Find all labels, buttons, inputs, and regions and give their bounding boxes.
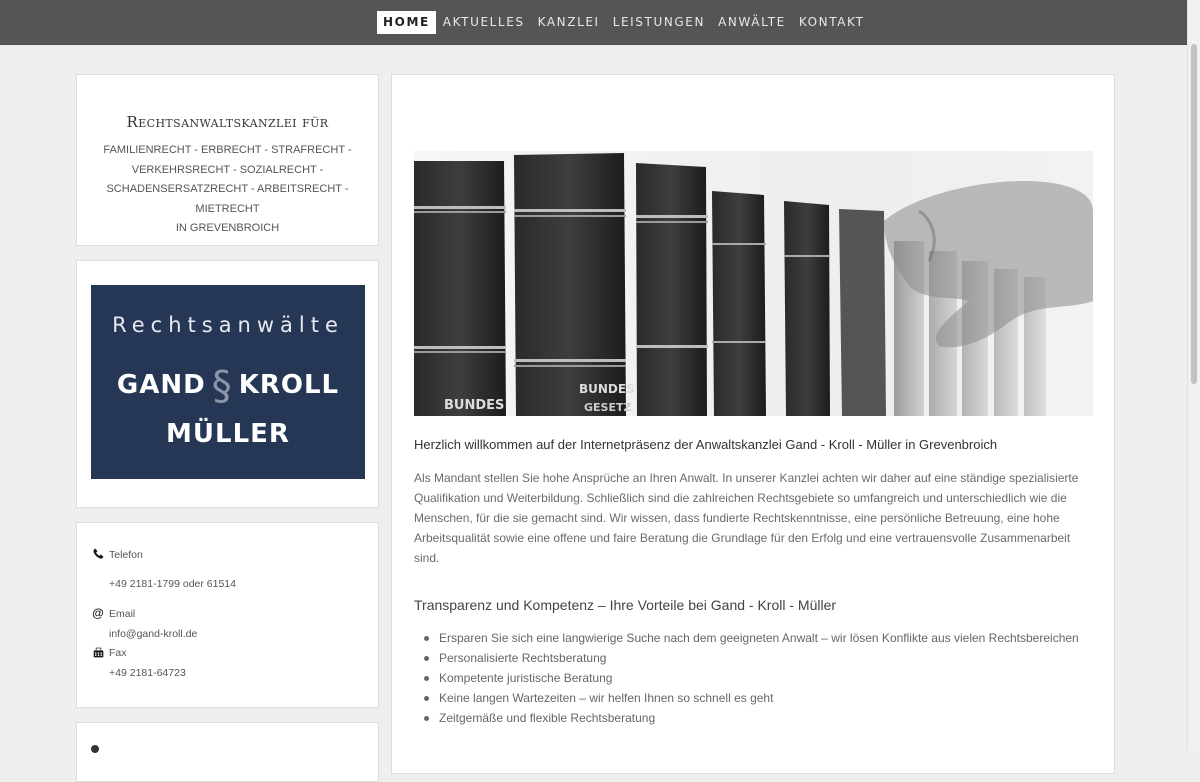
benefits-heading: Transparenz und Kompetenz – Ihre Vorteil… [414,597,837,613]
intro-line: SCHADENSERSATZRECHT - ARBEITSRECHT - MIE… [106,183,349,215]
law-books-illustration: BUNDES BUNDES GESETZ [414,151,1093,416]
book-label: BUNDES [579,382,635,396]
intro-line: IN GREVENBROICH [175,222,280,234]
nav-menu: HOME AKTUELLES KANZLEI LEISTUNGEN ANWÄLT… [377,10,872,34]
logo-name-mueller: MÜLLER [166,419,290,449]
contact-card: Telefon +49 2181-1799 oder 61514 @ Email… [76,522,379,708]
scrollbar-thumb[interactable] [1191,44,1197,384]
list-item: Zeitgemäße und flexible Rechtsberatung [424,708,1119,728]
fax-icon [91,647,105,661]
main-content-card: BUNDES BUNDES GESETZ Herzlich willkommen… [391,74,1115,774]
logo-card: Rechtsanwälte GAND § KROLL MÜLLER [76,260,379,508]
phone-icon [91,548,105,562]
book-label: GESETZ [584,401,631,414]
list-item: Kompetente juristische Beratung [424,668,1119,688]
nav-item-anwaelte[interactable]: ANWÄLTE [712,11,792,34]
phone-value[interactable]: +49 2181-1799 oder 61514 [109,578,236,590]
intro-card: Rechtsanwaltskanzlei für FAMILIENRECHT -… [76,74,379,246]
page-scrollbar[interactable] [1187,0,1200,750]
nav-item-kanzlei[interactable]: KANZLEI [532,11,606,34]
benefits-list: Ersparen Sie sich eine langwierige Suche… [414,628,1119,728]
list-item: Ersparen Sie sich eine langwierige Suche… [424,628,1119,648]
nav-item-aktuelles[interactable]: AKTUELLES [437,11,531,34]
location-icon [91,745,99,753]
phone-label: Telefon [109,549,143,561]
logo-name-gand: GAND [116,370,206,400]
list-item: Personalisierte Rechtsberatung [424,648,1119,668]
logo-names: GAND § KROLL [91,363,365,409]
logo-name-kroll: KROLL [238,370,340,400]
intro-practice-areas: FAMILIENRECHT - ERBRECHT - STRAFRECHT - … [91,141,364,239]
at-icon: @ [92,606,104,620]
nav-item-home[interactable]: HOME [377,10,436,34]
top-navigation: HOME AKTUELLES KANZLEI LEISTUNGEN ANWÄLT… [0,0,1200,45]
welcome-paragraph: Als Mandant stellen Sie hohe Ansprüche a… [414,471,1079,565]
book-label: BUNDES [444,398,504,413]
paragraph-symbol-icon: § [211,363,233,409]
firm-logo[interactable]: Rechtsanwälte GAND § KROLL MÜLLER [91,285,365,479]
fax-value: +49 2181-64723 [109,667,186,679]
intro-heading: Rechtsanwaltskanzlei für [126,113,329,131]
hero-image-law-books: BUNDES BUNDES GESETZ [414,151,1093,416]
email-value[interactable]: info@gand-kroll.de [109,628,197,640]
list-item: Keine langen Wartezeiten – wir helfen Ih… [424,688,1119,708]
logo-tagline: Rechtsanwälte [112,313,344,337]
sidebar-card-next [76,722,379,782]
intro-line: VERKEHRSRECHT - SOZIALRECHT - [131,163,324,176]
welcome-heading: Herzlich willkommen auf der Internetpräs… [414,437,998,452]
intro-line: FAMILIENRECHT - ERBRECHT - STRAFRECHT - [103,144,352,156]
nav-item-leistungen[interactable]: LEISTUNGEN [607,11,711,34]
email-label: Email [109,608,136,620]
nav-item-kontakt[interactable]: KONTAKT [793,11,871,34]
fax-label: Fax [109,647,127,659]
